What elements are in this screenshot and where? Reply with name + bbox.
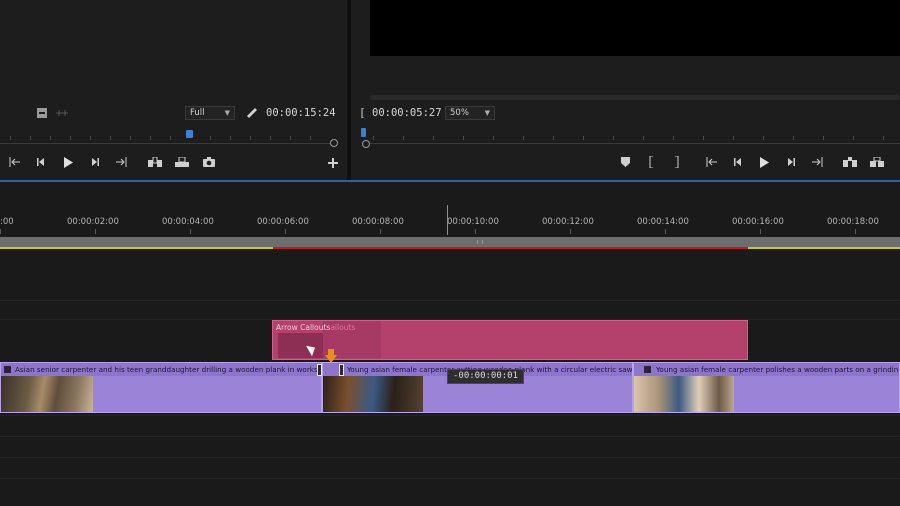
ruler-label: 00:00:08:00 bbox=[352, 217, 404, 227]
chevron-down-icon: ▼ bbox=[224, 109, 230, 117]
rolling-edit-arrow-icon bbox=[325, 355, 337, 363]
ruler-label: 00:00:06:00 bbox=[257, 217, 309, 227]
ruler-label: 00:00:18:00 bbox=[827, 217, 879, 227]
track-divider bbox=[0, 478, 900, 479]
export-frame-icon[interactable] bbox=[201, 155, 217, 169]
ruler-label: 00:00:12:00 bbox=[542, 217, 594, 227]
ruler-tick bbox=[190, 229, 191, 234]
source-out-point-icon[interactable] bbox=[330, 139, 338, 147]
work-area-bar[interactable] bbox=[748, 247, 900, 249]
mark-in-icon[interactable] bbox=[643, 155, 659, 169]
timeline-zoom-scrollbar[interactable] bbox=[0, 237, 900, 247]
lift-icon[interactable] bbox=[842, 155, 858, 169]
trim-handle-right[interactable] bbox=[339, 364, 344, 376]
ruler-label: 00:00:14:00 bbox=[637, 217, 689, 227]
marker-icon[interactable] bbox=[617, 155, 633, 169]
program-zoom-dropdown[interactable]: 50% ▼ bbox=[445, 106, 495, 120]
step-back-icon[interactable] bbox=[730, 155, 746, 169]
ruler-label: 00:00:16:00 bbox=[732, 217, 784, 227]
program-playhead[interactable] bbox=[361, 128, 366, 137]
fx-badge-icon bbox=[644, 366, 651, 373]
go-to-out-icon[interactable] bbox=[113, 155, 129, 169]
ruler-tick bbox=[665, 229, 666, 234]
extract-icon[interactable] bbox=[869, 155, 885, 169]
add-button-icon[interactable] bbox=[325, 156, 341, 170]
ruler-tick bbox=[570, 229, 571, 234]
zoom-handle-icon[interactable] bbox=[477, 240, 483, 244]
track-divider bbox=[0, 300, 900, 301]
step-forward-icon[interactable] bbox=[783, 155, 799, 169]
source-zoom-dropdown[interactable]: Full ▼ bbox=[185, 106, 235, 120]
source-timecode[interactable]: 00:00:15:24 bbox=[266, 107, 336, 119]
ruler-tick bbox=[95, 229, 96, 234]
insert-icon[interactable] bbox=[147, 155, 163, 169]
ruler-tick bbox=[475, 229, 476, 234]
ruler-label: 00:00:04:00 bbox=[162, 217, 214, 227]
ruler-tick bbox=[380, 229, 381, 234]
source-monitor: Full ▼ 00:00:15:24 bbox=[0, 0, 347, 180]
ruler-label: 00:00:02:00 bbox=[67, 217, 119, 227]
source-zoom-value: Full bbox=[190, 108, 205, 118]
ruler-label: 00:00:10:00 bbox=[447, 217, 499, 227]
chevron-down-icon: ▼ bbox=[484, 109, 490, 117]
overwrite-icon[interactable] bbox=[174, 155, 190, 169]
program-monitor: 00:00:05:27 50% ▼ bbox=[351, 0, 900, 180]
ruler-tick bbox=[760, 229, 761, 234]
clip-thumbnail bbox=[1, 376, 93, 412]
source-playhead[interactable] bbox=[186, 130, 193, 138]
program-scrub-line[interactable] bbox=[370, 143, 900, 144]
timeline-playhead[interactable] bbox=[447, 205, 448, 235]
clip-thumbnail bbox=[323, 376, 423, 412]
trim-handle-left[interactable] bbox=[317, 364, 322, 376]
video-clip[interactable]: Young asian female carpenter polishes a … bbox=[633, 362, 900, 413]
mark-out-icon[interactable] bbox=[669, 155, 685, 169]
program-in-point-icon[interactable] bbox=[362, 140, 370, 148]
clip-thumbnail bbox=[634, 376, 734, 412]
graphic-clip-ghost-title: allouts bbox=[330, 323, 356, 332]
go-to-in-icon[interactable] bbox=[7, 155, 23, 169]
marker-icon[interactable] bbox=[34, 106, 50, 120]
graphic-clip-arrow-callouts[interactable]: Arrow Calloutsallouts bbox=[272, 320, 748, 360]
graphic-clip-title: Arrow Calloutsallouts bbox=[276, 323, 355, 332]
go-to-in-icon[interactable] bbox=[704, 155, 720, 169]
source-scrub-line[interactable] bbox=[0, 143, 330, 144]
ruler-tick bbox=[855, 229, 856, 234]
graphic-clip-title-text: Arrow Callouts bbox=[276, 323, 331, 332]
wrench-icon[interactable] bbox=[244, 106, 260, 120]
step-back-icon[interactable] bbox=[33, 155, 49, 169]
drag-handle-icon[interactable] bbox=[54, 106, 70, 120]
in-point-bracket-icon bbox=[359, 106, 367, 120]
program-zoom-value: 50% bbox=[450, 108, 469, 118]
play-icon[interactable] bbox=[60, 155, 76, 169]
program-video-frame bbox=[370, 0, 900, 56]
ruler-label: :00 bbox=[0, 217, 14, 227]
play-icon[interactable] bbox=[756, 155, 772, 169]
program-mini-ruler[interactable] bbox=[363, 132, 893, 140]
clip-title: Young asian female carpenter polishes a … bbox=[656, 365, 900, 374]
render-bar-unrendered bbox=[273, 247, 748, 249]
graphic-clip-segment bbox=[278, 333, 323, 358]
source-mini-ruler[interactable] bbox=[0, 132, 330, 140]
track-divider bbox=[0, 415, 900, 416]
work-area-bar[interactable] bbox=[0, 247, 273, 249]
track-divider bbox=[0, 457, 900, 458]
step-forward-icon[interactable] bbox=[87, 155, 103, 169]
clip-title: Asian senior carpenter and his teen gran… bbox=[15, 365, 321, 374]
program-timecode[interactable]: 00:00:05:27 bbox=[372, 107, 442, 119]
fx-badge-icon bbox=[4, 366, 11, 373]
go-to-out-icon[interactable] bbox=[809, 155, 825, 169]
ruler-tick bbox=[0, 229, 1, 234]
program-scrollbar[interactable] bbox=[370, 95, 900, 100]
video-clip[interactable]: Asian senior carpenter and his teen gran… bbox=[0, 362, 322, 413]
trim-offset-tooltip: -00:00:00:01 bbox=[447, 369, 525, 384]
ruler-tick bbox=[285, 229, 286, 234]
track-divider bbox=[0, 436, 900, 437]
